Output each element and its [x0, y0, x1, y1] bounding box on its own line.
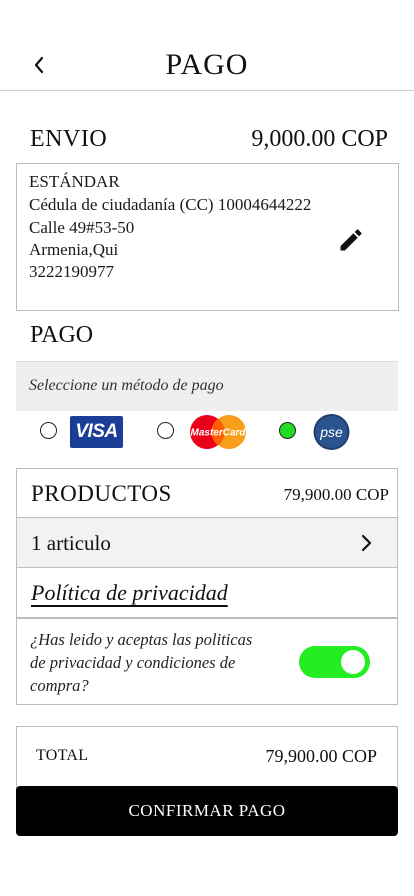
envio-price: 9,000.00 COP — [251, 126, 388, 152]
edit-pencil-icon[interactable] — [337, 226, 365, 254]
productos-price: 79,900.00 COP — [283, 485, 389, 504]
items-count-label: 1 articulo — [31, 531, 111, 555]
phone: 3222190977 — [29, 262, 114, 281]
pago-label: PAGO — [30, 322, 94, 348]
address-card: ESTÁNDAR Cédula de ciudadanía (CC) 10004… — [16, 163, 399, 311]
radio-pse[interactable] — [279, 422, 296, 439]
street-address: Calle 49#53-50 — [29, 218, 135, 237]
policy-row: Política de privacidad — [16, 567, 398, 618]
confirm-payment-button[interactable]: CONFIRMAR PAGO — [16, 786, 398, 836]
method-prompt-text: Seleccione un método de pago — [29, 377, 224, 394]
productos-label: PRODUCTOS — [31, 481, 172, 506]
items-row[interactable]: 1 articulo — [16, 517, 398, 568]
privacy-policy-link[interactable]: Política de privacidad — [31, 580, 228, 606]
envio-label: ENVIO — [30, 126, 108, 152]
accept-policy-row: ¿Has leido y aceptas las politicas de pr… — [16, 618, 398, 705]
total-row: TOTAL 79,900.00 COP — [16, 726, 398, 788]
page-title: PAGO — [165, 48, 249, 81]
mastercard-logo-text: MasterCard — [190, 428, 246, 439]
radio-visa[interactable] — [40, 422, 57, 439]
productos-header: PRODUCTOS 79,900.00 COP — [16, 468, 398, 518]
pse-logo-icon[interactable]: pse — [311, 414, 352, 450]
accept-policy-text: ¿Has leido y aceptas las politicas de pr… — [30, 630, 253, 695]
toggle-knob — [341, 650, 365, 674]
total-price: 79,900.00 COP — [265, 746, 377, 766]
city: Armenia,Qui — [29, 240, 119, 259]
pse-logo-text: pse — [319, 424, 343, 440]
id-document: Cédula de ciudadanía (CC) 10004644222 — [29, 195, 312, 214]
total-label: TOTAL — [36, 747, 89, 764]
radio-mastercard[interactable] — [157, 422, 174, 439]
mastercard-logo-icon[interactable]: MasterCard — [189, 414, 247, 450]
chevron-right-icon — [357, 532, 377, 554]
accept-policy-toggle[interactable] — [299, 646, 370, 678]
header: PAGO — [0, 0, 414, 91]
visa-logo-icon[interactable]: VISA — [70, 416, 123, 448]
shipping-type: ESTÁNDAR — [29, 172, 120, 191]
payment-method-prompt: Seleccione un método de pago — [16, 361, 398, 411]
